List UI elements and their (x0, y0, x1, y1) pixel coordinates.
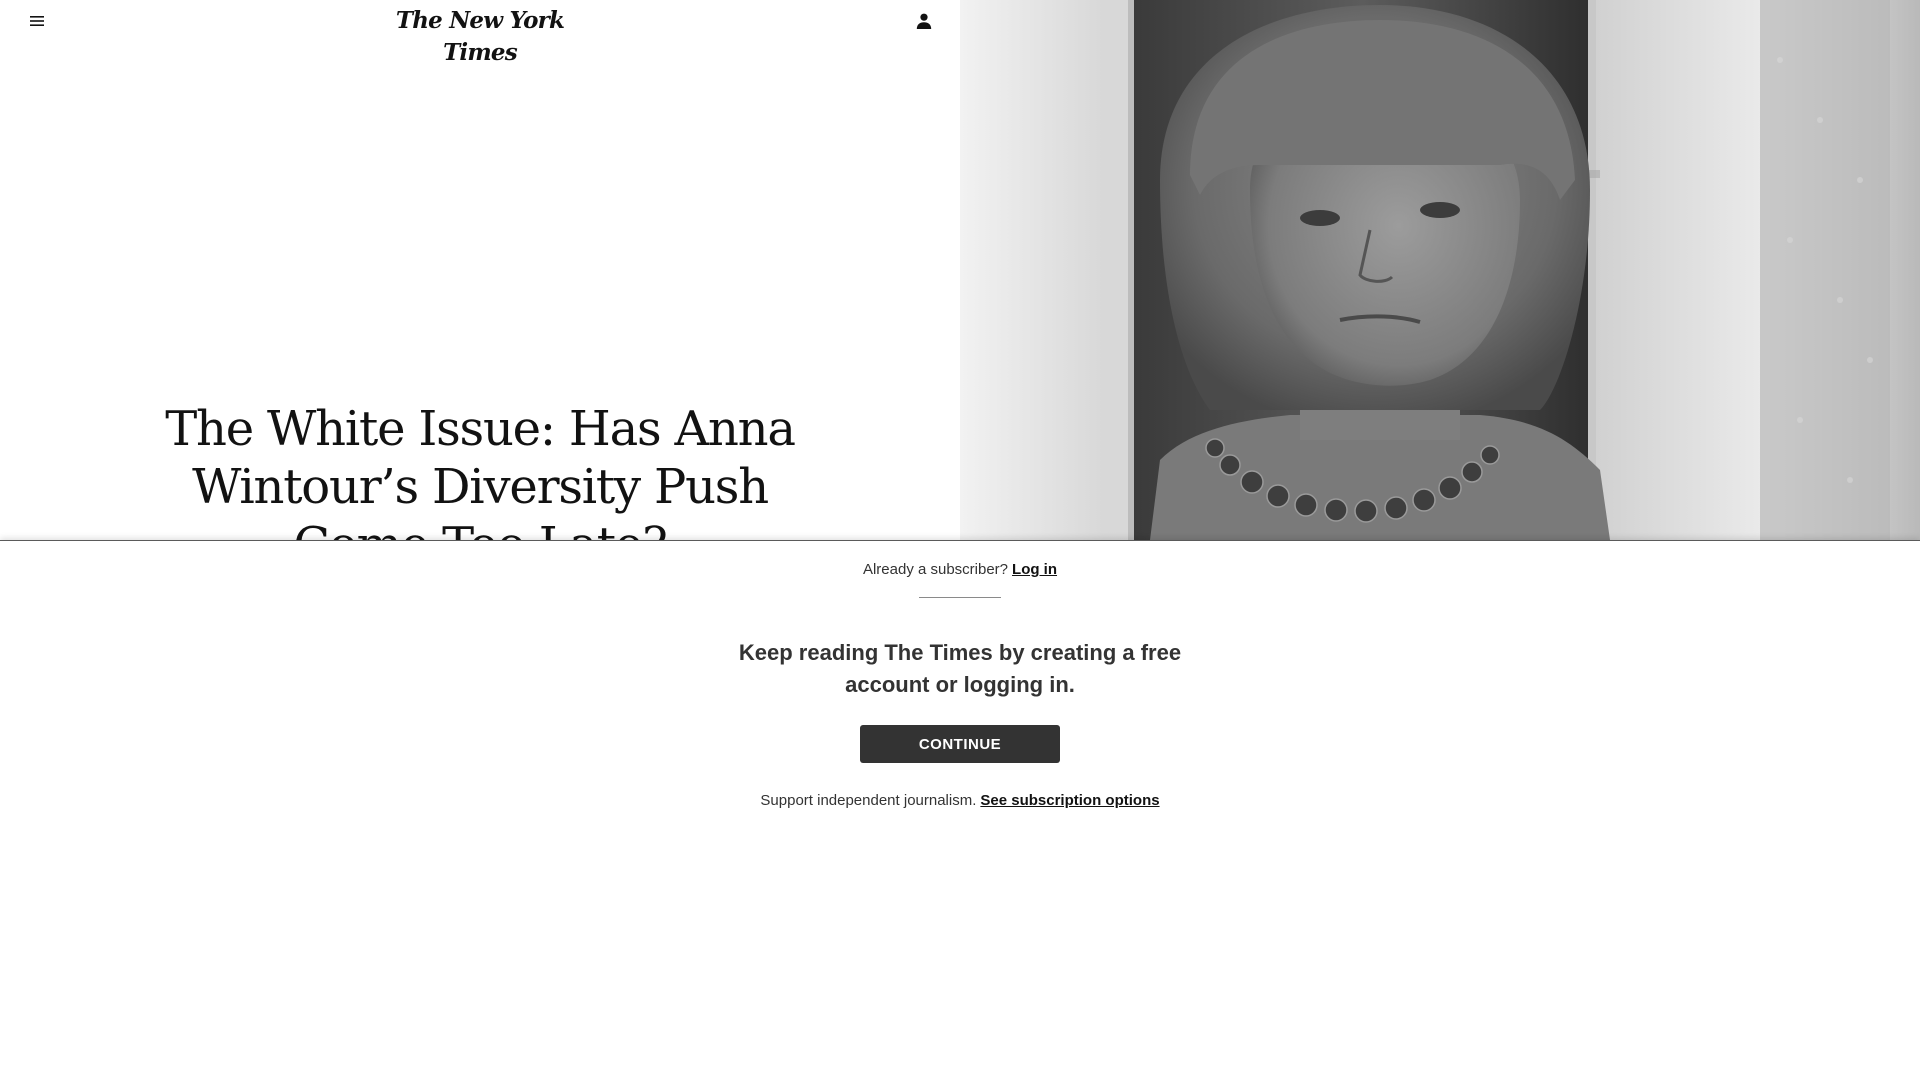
registration-gateway: Already a subscriber? Log in Keep reading… (0, 540, 1920, 1080)
support-text: Support independent journalism. (760, 792, 977, 809)
login-link[interactable]: Log in (1012, 561, 1057, 578)
gateway-prompt: Keep reading The Times by creating a fre… (738, 640, 1182, 697)
portrait-photo (960, 0, 1920, 540)
hamburger-menu-icon[interactable] (26, 10, 48, 32)
user-account-icon[interactable] (912, 9, 936, 33)
continue-button[interactable]: CONTINUE (860, 725, 1060, 763)
nyt-logo[interactable]: The New York Times (380, 5, 580, 66)
login-prompt: Already a subscriber? Log in (0, 560, 1920, 580)
subscription-prompt: Support independent journalism. See subsc… (0, 791, 1920, 811)
article-hero: The New York Times The White Issue: Has … (0, 0, 1920, 540)
divider (919, 597, 1001, 598)
article-lead-photo (960, 0, 1920, 540)
article-header-pane: The New York Times The White Issue: Has … (0, 0, 960, 540)
already-subscriber-text: Already a subscriber? (862, 561, 1009, 578)
subscription-options-link[interactable]: See subscription options (980, 792, 1159, 809)
masthead: The New York Times (0, 0, 960, 66)
page: The New York Times The White Issue: Has … (0, 0, 1920, 1080)
article-headline: The White Issue: Has Anna Wintour’s Dive… (165, 401, 796, 540)
